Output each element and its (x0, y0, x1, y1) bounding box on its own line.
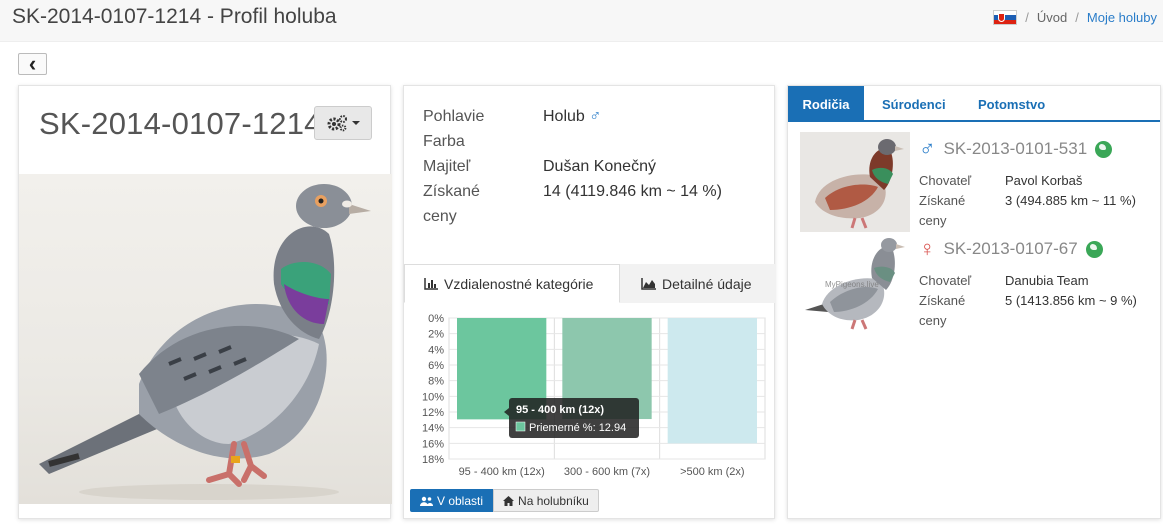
users-icon (420, 496, 433, 506)
mother-prizes-label-line2: ceny (919, 313, 947, 328)
tab-distance-categories[interactable]: Vzdialenostné kategórie (404, 264, 620, 303)
home-icon (503, 495, 515, 506)
breadcrumb-my-pigeons-link[interactable]: Moje holuby (1087, 10, 1157, 25)
mother-breeder-label: Chovateľ (919, 273, 972, 288)
father-ring-number[interactable]: SK-2013-0101-531 (944, 139, 1088, 159)
back-button[interactable]: ‹ (18, 53, 47, 75)
chart-tooltip-swatch (515, 421, 526, 432)
owner-value: Dušan Konečný (543, 158, 656, 175)
area-chart-icon (641, 277, 656, 290)
chart-filter-buttons: V oblasti Na holubníku (410, 489, 599, 512)
pigeon-photo-panel: SK-2014-0107-1214 (18, 85, 392, 519)
pigeon-details-panel: Pohlavie Holub ♂ Farba Majiteľ Dušan Kon… (403, 85, 776, 519)
tab-parents[interactable]: Rodičia (788, 86, 864, 122)
female-icon: ♀ (919, 236, 936, 261)
page-title: SK-2014-0107-1214 - Profil holuba (12, 5, 337, 28)
distance-chart-svg: 0% 2% 4% 6% 8% 10% 12% 14% 16% 18% 95 - 400 km (12… (422, 313, 766, 478)
prizes-label-line2: ceny (423, 208, 457, 225)
in-area-button[interactable]: V oblasti (410, 489, 494, 512)
tab-distance-categories-label: Vzdialenostné kategórie (444, 275, 594, 292)
chart-y-tick-label: 2% (428, 329, 444, 341)
breadcrumb-home-link[interactable]: Úvod (1037, 10, 1067, 25)
pigeon-photo[interactable] (19, 174, 392, 504)
chart-tooltip-title: 95 - 400 km (12x) (516, 404, 604, 416)
male-icon: ♂ (919, 136, 936, 161)
relatives-tabs: Rodičia Súrodenci Potomstvo (788, 86, 1160, 122)
chart-tabs: Vzdialenostné kategórie Detailné údaje (404, 264, 776, 303)
mother-breeder-value: Danubia Team (1005, 273, 1089, 288)
father-breeder-label: Chovateľ (919, 173, 972, 188)
bar-chart-icon (424, 277, 438, 290)
mother-prizes-label: Získané (919, 293, 966, 308)
tab-siblings[interactable]: Súrodenci (882, 86, 946, 122)
watermark-text: MyPigeons.live (825, 280, 879, 289)
father-pigeon-image (815, 139, 904, 229)
chart-y-tick-label: 0% (428, 313, 444, 325)
father-photo[interactable] (800, 132, 910, 232)
chart-y-tick-label: 6% (428, 360, 444, 372)
chart-y-tick-label: 16% (422, 438, 444, 450)
father-prizes-value: 3 (494.885 km ~ 11 %) (1005, 193, 1136, 208)
caret-down-icon (352, 121, 360, 125)
sex-text: Holub (543, 108, 585, 125)
chart-x-tick-label: 95 - 400 km (12x) (459, 466, 545, 478)
globe-icon (1095, 140, 1113, 158)
male-icon: ♂ (589, 108, 602, 125)
slovak-flag-icon[interactable] (993, 10, 1018, 25)
father-prizes-label: Získané (919, 193, 966, 208)
father-prizes-label-line2: ceny (919, 213, 947, 228)
color-label: Farba (423, 133, 465, 150)
father-breeder-value: Pavol Korbaš (1005, 173, 1083, 188)
mother-ring[interactable]: ♀ SK-2013-0107-67 (919, 236, 1103, 262)
pigeon-illustration (39, 184, 371, 500)
chart-x-tick-label: 300 - 600 km (7x) (564, 466, 650, 478)
chart-y-tick-label: 8% (428, 376, 444, 388)
breadcrumb: / Úvod / Moje holuby (993, 10, 1157, 25)
in-area-button-label: V oblasti (437, 493, 484, 508)
at-loft-button[interactable]: Na holubníku (493, 489, 599, 512)
chart-x-tick-label: >500 km (2x) (680, 466, 745, 478)
chevron-left-icon: ‹ (28, 51, 37, 76)
gears-icon (327, 115, 347, 132)
owner-label: Majiteľ (423, 158, 471, 175)
top-bar: SK-2014-0107-1214 - Profil holuba / Úvod… (0, 0, 1163, 42)
tab-offspring[interactable]: Potomstvo (978, 86, 1045, 122)
tab-detailed-data-label: Detailné údaje (662, 275, 752, 292)
relatives-panel: Rodičia Súrodenci Potomstvo ♂ SK-2013-01… (787, 85, 1161, 519)
mother-pigeon-image: MyPigeons.live (805, 238, 905, 330)
chart-y-tick-label: 12% (422, 407, 444, 419)
pigeon-ring-number: SK-2014-0107-1214 (39, 106, 322, 141)
sex-value: Holub ♂ (543, 108, 601, 126)
father-ring[interactable]: ♂ SK-2013-0101-531 (919, 136, 1113, 162)
chart-y-tick-label: 10% (422, 391, 444, 403)
settings-dropdown-button[interactable] (314, 106, 372, 140)
tab-detailed-data[interactable]: Detailné údaje (620, 264, 776, 303)
at-loft-button-label: Na holubníku (518, 493, 589, 508)
chart-tooltip-label: Priemerné %: 12.94 (529, 422, 626, 434)
mother-ring-number[interactable]: SK-2013-0107-67 (944, 239, 1078, 259)
sex-label: Pohlavie (423, 108, 485, 125)
mother-prizes-value: 5 (1413.856 km ~ 9 %) (1005, 293, 1137, 308)
globe-icon (1085, 240, 1103, 258)
prizes-label: Získané (423, 183, 480, 200)
prizes-value: 14 (4119.846 km ~ 14 %) (543, 183, 722, 200)
breadcrumb-separator: / (1025, 10, 1029, 25)
chart-y-tick-label: 14% (422, 423, 444, 435)
mother-photo[interactable]: MyPigeons.live (800, 232, 910, 332)
chart-y-tick-label: 4% (428, 344, 444, 356)
chart-bar (667, 318, 757, 444)
breadcrumb-separator: / (1075, 10, 1079, 25)
distance-chart: 0% 2% 4% 6% 8% 10% 12% 14% 16% 18% 95 - 400 km (12… (404, 308, 776, 490)
chart-y-tick-label: 18% (422, 454, 444, 466)
